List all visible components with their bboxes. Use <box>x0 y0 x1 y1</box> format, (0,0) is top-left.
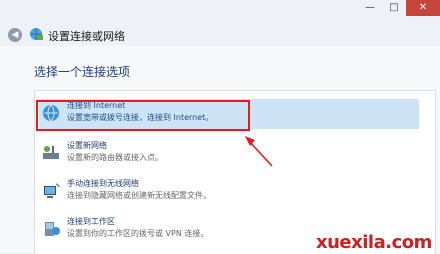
annotation-arrow-icon <box>245 136 273 167</box>
watermark: xuexila.com <box>316 232 432 253</box>
